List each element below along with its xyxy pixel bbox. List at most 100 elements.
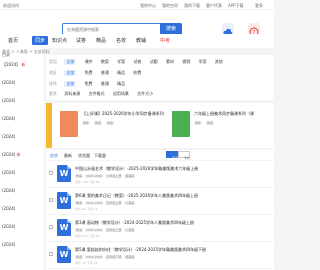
filter-dropdown[interactable]: 资料来源 <box>64 91 80 97</box>
nav-item-premium[interactable]: 精品 <box>96 37 106 44</box>
nav-item-sync[interactable]: 同步 <box>32 36 49 45</box>
list-view-toggle[interactable]: 列表 <box>166 151 178 160</box>
featured-chip: 学案 <box>106 121 115 125</box>
filter-option[interactable]: 全部 <box>64 59 77 65</box>
filter-option[interactable]: 学案 <box>117 59 125 65</box>
nav-item-tutor[interactable]: 教辅 <box>136 37 146 44</box>
sidebar-item-label: (2024) <box>2 224 16 229</box>
list-item[interactable]: W 第6课 我的美术日记（教案）-2025-2026学年人美版美术四年级上册 教… <box>46 188 274 215</box>
filter-option[interactable]: 视频 <box>182 59 190 65</box>
top-bar: 欢迎访问 我的中心 我的空间 我的下载 客户代表 APP下载 更多 <box>0 0 274 10</box>
welcome-text: 欢迎访问 <box>3 3 19 8</box>
meta-chip: 六年级上册 <box>105 174 123 178</box>
item-checkbox[interactable] <box>49 171 53 175</box>
nav-item-school[interactable]: 名校 <box>116 37 126 44</box>
filter-dropdown[interactable]: 适用场景 <box>113 91 129 97</box>
sidebar-item[interactable]: (2024) <box>2 206 15 211</box>
item-checkbox[interactable] <box>49 225 53 229</box>
featured-thumbnail[interactable] <box>172 111 190 137</box>
featured-panel: 【上好课】2025-2026学年小学同步备课系列 课件 教案 学案 六年级上册美… <box>46 103 274 148</box>
sort-option[interactable]: 综合 <box>50 153 58 159</box>
filter-option[interactable]: 收费 <box>133 70 141 76</box>
filter-option[interactable]: 免费 <box>85 81 93 87</box>
topbar-link-download[interactable]: 我的下载 <box>184 3 200 9</box>
filter-dropdown[interactable]: 文件格式 <box>89 91 105 97</box>
meta-chip: 四年级上册 <box>105 201 123 205</box>
filter-option[interactable]: 教案 <box>101 59 109 65</box>
list-item[interactable]: W 第5课 瓷娃娃的向往（教学设计）-2024-2025学年赣美版美术四年级下册… <box>46 242 274 269</box>
featured-title[interactable]: 六年级上册美术同步备课系列（课 <box>194 111 254 117</box>
filter-option[interactable]: 免费 <box>85 70 93 76</box>
meta-chip: 教案 <box>75 201 84 205</box>
filter-row-region: 地区 全部 免费 普通 精品 收费 <box>49 70 148 76</box>
nav-item-home[interactable]: 首页 <box>8 37 18 44</box>
filter-dropdown[interactable]: 文件大小 <box>137 91 153 97</box>
filter-option[interactable]: 普通 <box>101 70 109 76</box>
featured-title[interactable]: 【上好课】2025-2026学年小学同步备课系列 <box>82 111 164 117</box>
sort-option[interactable]: 浏览量 <box>78 153 90 159</box>
filter-option[interactable]: 素材 <box>166 59 174 65</box>
sort-option[interactable]: 最新 <box>64 153 72 159</box>
sidebar-item-label: (2024) <box>2 206 16 211</box>
item-meta: 教案 2024-2025 四年级上册 人美版 <box>75 228 137 232</box>
filter-row-type: 类型 全部 课件 教案 学案 试卷 试题 素材 视频 学案 其他 <box>49 59 230 65</box>
sidebar-item[interactable]: (2024) <box>2 98 15 103</box>
meta-chip: 2025-2026 <box>85 201 104 205</box>
sidebar-item[interactable]: (2024) <box>2 224 15 229</box>
sidebar-item[interactable]: (2024) <box>2 242 15 247</box>
sidebar-item[interactable]: (2024) <box>2 170 15 175</box>
sidebar-item[interactable]: (2024) <box>2 188 15 193</box>
featured-thumbnail[interactable] <box>60 111 78 137</box>
item-checkbox[interactable] <box>49 252 53 256</box>
item-stats: 浏览 128 下载 36 <box>75 180 100 184</box>
sort-option[interactable]: 下载量 <box>94 153 106 159</box>
filter-option[interactable]: 精品 <box>117 70 125 76</box>
filter-option[interactable]: 全部 <box>64 70 77 76</box>
filter-option[interactable]: 试卷 <box>133 59 141 65</box>
item-checkbox[interactable] <box>49 198 53 202</box>
filter-option[interactable]: 其他 <box>215 59 223 65</box>
topbar-link-space[interactable]: 我的空间 <box>162 3 178 9</box>
nav-item-knowledge[interactable]: 知识点 <box>52 37 67 44</box>
filter-option[interactable]: 试题 <box>150 59 158 65</box>
sidebar-item-label: (2024) <box>2 242 16 247</box>
meta-chip: 四年级上册 <box>105 228 123 232</box>
topbar-link-more[interactable]: 更多 <box>255 3 263 9</box>
featured-chip: 课件 <box>194 121 203 125</box>
topbar-link-center[interactable]: 我的中心 <box>140 3 156 9</box>
sidebar-item[interactable]: (2024) <box>2 116 15 121</box>
sidebar-item[interactable]: 【2024】 新 <box>2 62 25 68</box>
filter-row-more: 更多 资料来源 文件格式 适用场景 文件大小 <box>49 91 160 97</box>
sidebar-item[interactable]: (2024) <box>2 80 15 85</box>
item-meta: 教案 2025-2026 六年级上册 赣美版 <box>75 174 137 178</box>
filter-option[interactable]: 全部 <box>64 81 77 87</box>
sidebar-item-label: (2024) <box>2 134 16 139</box>
item-stats: 浏览 75 下载 18 <box>75 261 98 265</box>
topbar-link-service[interactable]: 客户代表 <box>206 3 222 9</box>
meta-chip: 2025-2026 <box>85 174 104 178</box>
item-title[interactable]: 中国山水画艺术（教学设计）-2025-2026学年赣美版美术六年级上册 <box>75 166 198 172</box>
topbar-link-app[interactable]: APP下载 <box>228 3 244 9</box>
filter-option[interactable]: 课件 <box>85 59 93 65</box>
sidebar-item-label: (2024) <box>2 188 16 193</box>
sidebar-item-label: (2024) <box>2 170 16 175</box>
filter-option[interactable]: 精品 <box>117 81 125 87</box>
filter-option[interactable]: 普通 <box>101 81 109 87</box>
item-title[interactable]: 第3课 画动物（教学设计）-2024-2025学年人美版美术四年级上册 <box>75 220 194 226</box>
sidebar-item[interactable]: (2024) <box>2 134 15 139</box>
resource-list: W 中国山水画艺术（教学设计）-2025-2026学年赣美版美术六年级上册 教案… <box>46 161 274 270</box>
sidebar-item-label: (2024) <box>2 152 16 157</box>
filter-option[interactable]: 学案 <box>199 59 207 65</box>
item-title[interactable]: 第6课 我的美术日记（教案）-2025-2026学年人美版美术四年级上册 <box>75 193 198 199</box>
list-item[interactable]: W 第3课 画动物（教学设计）-2024-2025学年人美版美术四年级上册 教案… <box>46 215 274 242</box>
sidebar-item-label: (2024) <box>2 98 16 103</box>
sidebar: 目录 【2024】 新 (2024) (2024) (2024) (2024) … <box>0 48 44 270</box>
nav-item-zhongkao[interactable]: 中考 <box>160 37 170 44</box>
card-view-toggle[interactable]: 卡片 <box>178 151 190 160</box>
item-title[interactable]: 第5课 瓷娃娃的向往（教学设计）-2024-2025学年赣美版美术四年级下册 <box>75 247 206 253</box>
meta-chip: 教案 <box>75 228 84 232</box>
search-input[interactable] <box>67 25 147 34</box>
nav-item-exam[interactable]: 试卷 <box>76 37 86 44</box>
list-item[interactable]: W 中国山水画艺术（教学设计）-2025-2026学年赣美版美术六年级上册 教案… <box>46 161 274 188</box>
sidebar-item[interactable]: (2024) 新 <box>2 152 21 158</box>
